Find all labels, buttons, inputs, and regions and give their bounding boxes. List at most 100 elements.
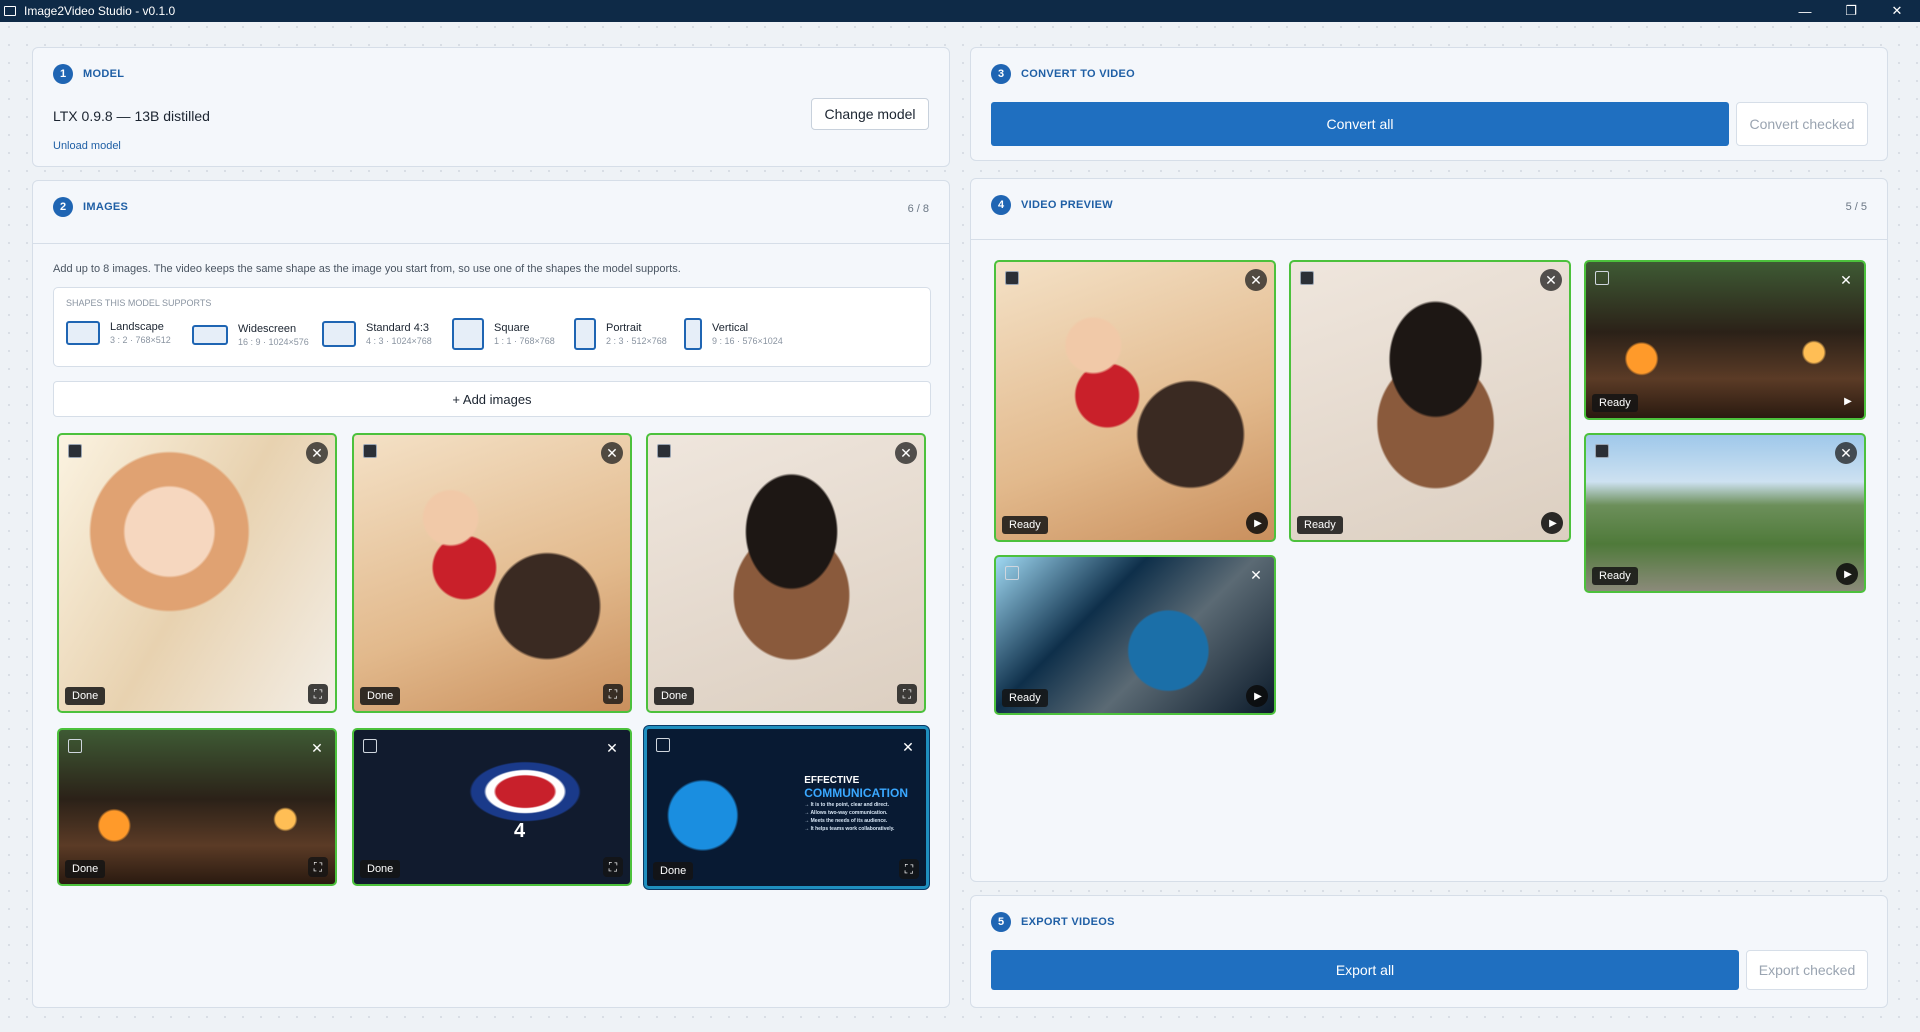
tile-checkbox[interactable] xyxy=(1005,271,1019,285)
images-divider xyxy=(33,243,949,244)
model-panel: 1 MODEL LTX 0.9.8 — 13B distilled Unload… xyxy=(32,47,950,167)
status-badge: Ready xyxy=(1297,516,1343,534)
export-section-title: EXPORT VIDEOS xyxy=(1021,916,1115,928)
remove-video-icon[interactable]: ✕ xyxy=(1245,564,1267,586)
shape-square: Square 1 : 1 · 768×768 xyxy=(452,318,555,350)
status-badge: Done xyxy=(360,860,401,878)
image-tile-father-and-baby[interactable]: ✕ Done ⛶ xyxy=(352,433,632,713)
step-3-badge: 3 xyxy=(991,64,1011,84)
images-count: 6 / 8 xyxy=(907,203,929,215)
tile-checkbox[interactable] xyxy=(657,444,671,458)
expand-icon[interactable]: ⛶ xyxy=(603,684,623,704)
expand-icon[interactable]: ⛶ xyxy=(899,859,919,879)
model-section-title: MODEL xyxy=(83,68,125,80)
status-badge: Ready xyxy=(1592,567,1638,585)
close-window-icon[interactable]: ✕ xyxy=(1874,0,1920,22)
convert-section-title: CONVERT TO VIDEO xyxy=(1021,68,1135,80)
video-tile-smiling-man[interactable]: ✕ Ready ▶ xyxy=(1289,260,1571,542)
export-panel: 5 EXPORT VIDEOS Export all Export checke… xyxy=(970,895,1888,1008)
tile-checkbox[interactable] xyxy=(68,739,82,753)
status-badge: Done xyxy=(654,687,695,705)
remove-image-icon[interactable]: ✕ xyxy=(306,737,328,759)
image-tile-laughing-woman[interactable]: ✕ Done ⛶ xyxy=(57,433,337,713)
tile-checkbox[interactable] xyxy=(1005,566,1019,580)
preview-count: 5 / 5 xyxy=(1845,201,1867,213)
status-badge: Ready xyxy=(1002,516,1048,534)
shapes-heading: SHAPES THIS MODEL SUPPORTS xyxy=(66,298,212,308)
expand-icon[interactable]: ⛶ xyxy=(308,684,328,704)
play-icon[interactable]: ▶ xyxy=(1246,512,1268,534)
july-graphic-text: 4 xyxy=(514,820,526,842)
remove-video-icon[interactable]: ✕ xyxy=(1540,269,1562,291)
status-badge: Done xyxy=(360,687,401,705)
play-icon[interactable]: ▶ xyxy=(1246,685,1268,707)
remove-video-icon[interactable]: ✕ xyxy=(1835,442,1857,464)
image-tile-smiling-man[interactable]: ✕ Done ⛶ xyxy=(646,433,926,713)
remove-video-icon[interactable]: ✕ xyxy=(1835,269,1857,291)
export-all-button[interactable]: Export all xyxy=(991,950,1739,990)
video-tile-living-room[interactable]: ✕ Ready ▶ xyxy=(1584,260,1866,420)
status-badge: Done xyxy=(653,862,694,880)
preview-section-title: VIDEO PREVIEW xyxy=(1021,199,1113,211)
tile-checkbox[interactable] xyxy=(1595,271,1609,285)
shape-widescreen: Widescreen 16 : 9 · 1024×576 xyxy=(192,323,309,347)
export-checked-button[interactable]: Export checked xyxy=(1746,950,1868,990)
play-icon[interactable]: ▶ xyxy=(1836,390,1858,412)
step-4-badge: 4 xyxy=(991,195,1011,215)
communication-caption: EFFECTIVE COMMUNICATION → It is to the p… xyxy=(804,775,908,832)
add-images-button[interactable]: + Add images xyxy=(53,381,931,417)
remove-image-icon[interactable]: ✕ xyxy=(601,442,623,464)
remove-image-icon[interactable]: ✕ xyxy=(306,442,328,464)
image-tile-fourth-of-july[interactable]: ✕ 4 Done ⛶ xyxy=(352,728,632,886)
widescreen-shape-icon xyxy=(192,325,228,345)
remove-image-icon[interactable]: ✕ xyxy=(895,442,917,464)
image-tile-living-room[interactable]: ✕ Done ⛶ xyxy=(57,728,337,886)
vertical-shape-icon xyxy=(684,318,702,350)
shapes-box: SHAPES THIS MODEL SUPPORTS Landscape 3 : … xyxy=(53,287,931,367)
expand-icon[interactable]: ⛶ xyxy=(308,857,328,877)
tile-checkbox[interactable] xyxy=(1300,271,1314,285)
video-tile-father-and-baby[interactable]: ✕ Ready ▶ xyxy=(994,260,1276,542)
image-tile-effective-communication[interactable]: ✕ EFFECTIVE COMMUNICATION → It is to the… xyxy=(644,726,929,889)
model-name: LTX 0.9.8 — 13B distilled xyxy=(53,108,210,124)
preview-divider xyxy=(971,239,1887,240)
unload-model-link[interactable]: Unload model xyxy=(53,140,121,152)
play-icon[interactable]: ▶ xyxy=(1836,563,1858,585)
video-tile-blue-crystal[interactable]: ✕ Ready ▶ xyxy=(994,555,1276,715)
convert-all-button[interactable]: Convert all xyxy=(991,102,1729,146)
shape-vertical: Vertical 9 : 16 · 576×1024 xyxy=(684,318,783,350)
status-badge: Ready xyxy=(1002,689,1048,707)
step-1-badge: 1 xyxy=(53,64,73,84)
change-model-button[interactable]: Change model xyxy=(811,98,929,130)
tile-checkbox[interactable] xyxy=(363,739,377,753)
standard-shape-icon xyxy=(322,321,356,347)
landscape-shape-icon xyxy=(66,321,100,345)
convert-checked-button[interactable]: Convert checked xyxy=(1736,102,1868,146)
tile-checkbox[interactable] xyxy=(68,444,82,458)
play-icon[interactable]: ▶ xyxy=(1541,512,1563,534)
tile-checkbox[interactable] xyxy=(363,444,377,458)
shape-portrait: Portrait 2 : 3 · 512×768 xyxy=(574,318,667,350)
shape-standard: Standard 4:3 4 : 3 · 1024×768 xyxy=(322,321,432,347)
images-description: Add up to 8 images. The video keeps the … xyxy=(53,263,681,275)
video-tile-aerial-town[interactable]: ✕ Ready ▶ xyxy=(1584,433,1866,593)
expand-icon[interactable]: ⛶ xyxy=(603,857,623,877)
shape-landscape: Landscape 3 : 2 · 768×512 xyxy=(66,321,171,345)
remove-image-icon[interactable]: ✕ xyxy=(897,736,919,758)
remove-video-icon[interactable]: ✕ xyxy=(1245,269,1267,291)
status-badge: Done xyxy=(65,687,106,705)
window-titlebar: Image2Video Studio - v0.1.0 — ❐ ✕ xyxy=(0,0,1920,22)
square-shape-icon xyxy=(452,318,484,350)
app-icon xyxy=(4,6,16,16)
tile-checkbox[interactable] xyxy=(1595,444,1609,458)
video-preview-panel: 4 VIDEO PREVIEW 5 / 5 ✕ Ready ▶ ✕ Ready … xyxy=(970,178,1888,882)
minimize-icon[interactable]: — xyxy=(1782,0,1828,22)
images-panel: 2 IMAGES 6 / 8 Add up to 8 images. The v… xyxy=(32,180,950,1008)
status-badge: Done xyxy=(65,860,106,878)
restore-icon[interactable]: ❐ xyxy=(1828,0,1874,22)
expand-icon[interactable]: ⛶ xyxy=(897,684,917,704)
status-badge: Ready xyxy=(1592,394,1638,412)
remove-image-icon[interactable]: ✕ xyxy=(601,737,623,759)
window-controls: — ❐ ✕ xyxy=(1782,0,1920,22)
tile-checkbox[interactable] xyxy=(656,738,670,752)
